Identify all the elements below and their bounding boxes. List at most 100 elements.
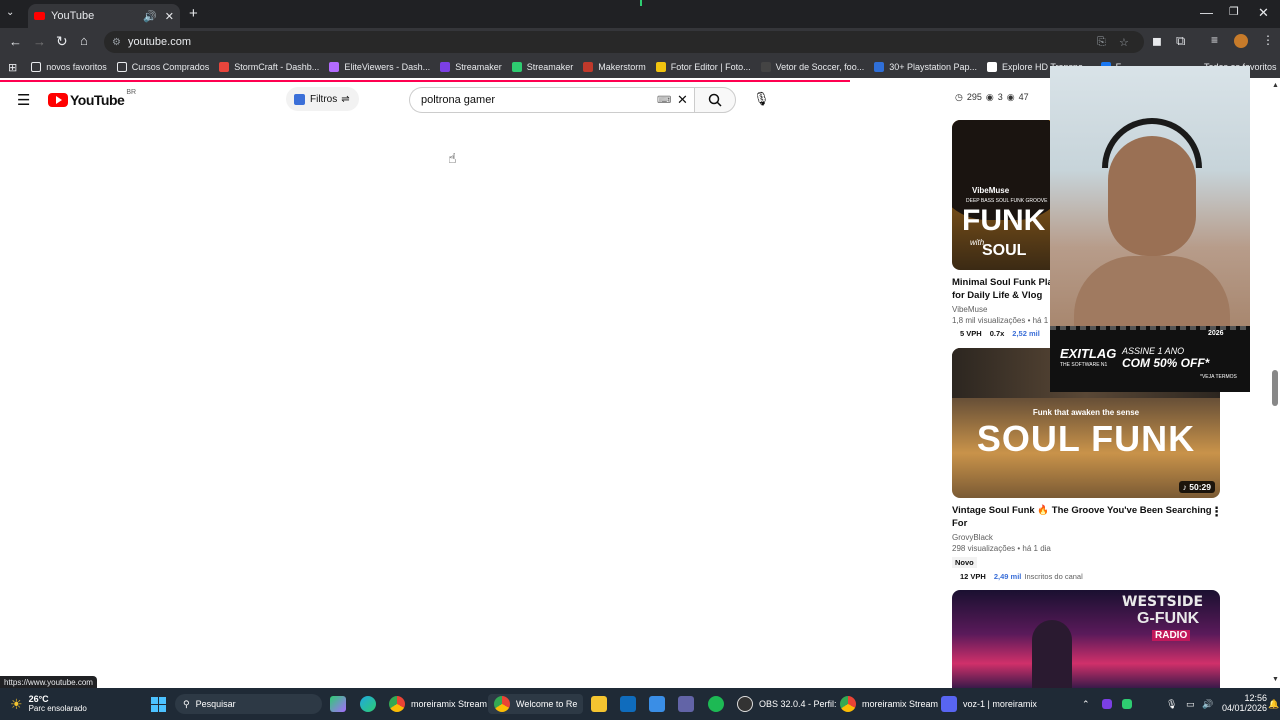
bookmark-item[interactable]: Vetor de Soccer, foo... [760,62,864,72]
bookmark-favicon-icon [511,62,522,72]
volume-icon[interactable]: 🔊 [1202,694,1213,714]
install-app-icon[interactable]: ⎘ [1097,36,1106,49]
youtube-logo[interactable]: YouTube BR [48,89,136,108]
taskbar-app-3[interactable]: OBS 32.0.4 - Perfil: [737,694,837,714]
clear-search-icon[interactable]: ✕ [677,92,688,108]
store-icon[interactable] [649,694,671,714]
site-info-icon[interactable]: ⚙ [112,37,121,48]
filters-button[interactable]: Filtros ⇌ [286,87,359,111]
tab-search-icon[interactable]: ⌄ [6,7,14,18]
search-icon [708,93,722,107]
windows-taskbar: ☀ 26°C Parc ensolarado ⚲ Pesquisar morei… [0,688,1280,720]
tray-app-icon[interactable] [1102,694,1118,714]
taskbar-search[interactable]: ⚲ Pesquisar [175,694,322,714]
restore-icon[interactable]: ❐ [1229,5,1239,18]
microphone-icon[interactable]: 🎙 [753,91,770,107]
taskbar-app-5[interactable]: voz-1 | moreiramix [941,694,1037,714]
address-bar[interactable]: ⚙ youtube.com ⎘ ☆ [104,31,1144,53]
thumb-top: Funk that awaken the sense [1032,408,1140,417]
close-window-icon[interactable]: ✕ [1258,5,1269,21]
video-title-line2: for Daily Life & Vlog [952,290,1043,301]
video-title[interactable]: Vintage Soul Funk 🔥 The Groove You've Be… [952,504,1222,530]
menu-kebab-icon[interactable]: ⋮ [1262,33,1274,47]
keyboard-icon[interactable]: ⌨ [657,95,671,106]
bookmark-favicon-icon [655,62,666,72]
search-query: poltrona gamer [421,94,495,106]
channel-name[interactable]: GrovyBlack [952,533,1222,542]
bookmark-item[interactable]: StormCraft - Dashb... [219,62,319,72]
video-thumbnail[interactable]: WESTSIDE G-FUNK RADIO [952,590,1220,688]
bookmark-label: 30+ Playstation Pap... [889,62,978,72]
weather-temp: 26°C [28,694,49,704]
taskbar-app-1[interactable]: moreiramix Stream [389,694,487,714]
teams-icon[interactable] [678,694,700,714]
sun-cloud-icon: ☀ [10,695,23,712]
search-input[interactable]: poltrona gamer ⌨ ✕ [409,87,694,113]
bookmark-item[interactable]: Cursos Comprados [116,62,209,72]
microphone-tray-icon[interactable]: 🎙 [1166,694,1177,714]
taskbar-app-2[interactable]: Welcome to Re [488,694,584,714]
video-stats: 12 VPH 2,49 mil Inscritos do canal [952,572,1222,581]
weather-widget[interactable]: ☀ 26°C Parc ensolarado [10,694,87,714]
new-tab-icon[interactable]: + [189,5,198,22]
search-button[interactable] [694,87,736,113]
spotify-icon[interactable] [708,694,730,714]
video-card[interactable]: WESTSIDE G-FUNK RADIO [952,590,1222,688]
bookmark-item[interactable]: Fotor Editor | Foto... [655,62,751,72]
forward-icon[interactable]: → [33,34,46,49]
bookmark-label: StormCraft - Dashb... [234,62,320,72]
bookmark-star-icon[interactable]: ☆ [1119,36,1129,49]
bookmark-item[interactable]: novos favoritos [31,62,107,72]
ad-tagline: THE SOFTWARE N1 [1060,362,1108,368]
minimize-icon[interactable]: — [1200,5,1213,20]
clock[interactable]: 12:56 04/01/2026 [1222,693,1267,713]
network-icon[interactable]: ▭ [1186,694,1195,714]
url-text: youtube.com [128,36,191,48]
subs-count: 2,52 mil [1012,329,1040,338]
copilot-icon[interactable] [330,694,352,714]
extension-icon[interactable]: ◼ [1152,34,1162,48]
taskbar-app-4[interactable]: moreiramix Stream [840,694,938,714]
extensions-puzzle-icon[interactable]: ⧉ [1176,33,1185,49]
browser-tab[interactable]: YouTube 🔊 ✕ [28,4,180,28]
weather-desc: Parc ensolarado [28,704,87,713]
more-options-icon[interactable]: ⋮ [1210,504,1223,520]
home-icon[interactable]: ⌂ [80,33,88,48]
page-scrollbar[interactable]: ▲ ▼ [1270,78,1280,688]
bookmark-item[interactable]: 30+ Playstation Pap... [874,62,977,72]
scrollbar-thumb[interactable] [1272,370,1278,406]
bookmark-item[interactable]: Streamaker [440,62,502,72]
outlook-icon[interactable] [620,694,642,714]
reload-icon[interactable]: ↻ [56,33,68,50]
indicator-mark [640,0,642,6]
folder-icon [116,62,127,72]
notifications-icon[interactable]: 🔔 [1268,694,1279,714]
edge-icon[interactable] [360,694,382,714]
thumb-text-1: WESTSIDE [1122,594,1204,610]
bookmark-item[interactable]: Streamaker [511,62,573,72]
close-tab-icon[interactable]: ✕ [165,10,174,23]
chrome-icon [494,696,510,712]
discord-icon [941,696,957,712]
tray-chevron-icon[interactable]: ⌃ [1082,694,1090,714]
bookmark-item[interactable]: EliteViewers - Dash... [329,62,430,72]
new-badge: Novo [952,557,977,568]
start-button[interactable] [151,694,166,714]
scroll-up-icon[interactable]: ▲ [1272,82,1279,89]
ad-brand: EXITLAG [1060,346,1117,361]
scroll-down-icon[interactable]: ▼ [1272,676,1279,683]
speaker-icon[interactable]: 🔊 [143,10,157,23]
person-silhouette [1032,620,1072,688]
logo-text: YouTube [70,92,125,108]
stat-c: 47 [1018,92,1029,102]
back-icon[interactable]: ← [9,34,22,49]
media-control-icon[interactable]: ≡ [1211,33,1218,47]
bookmark-label: EliteViewers - Dash... [344,62,431,72]
apps-grid-icon[interactable]: ⊞ [8,61,17,74]
tray-app-icon[interactable] [1122,694,1138,714]
bookmark-item[interactable]: Makerstorm [583,62,646,72]
file-explorer-icon[interactable] [591,694,613,714]
browser-tab-strip: ⌄ YouTube 🔊 ✕ + — ❐ ✕ [0,0,1280,28]
profile-avatar[interactable] [1234,34,1248,48]
hamburger-menu-icon[interactable]: ☰ [17,91,30,109]
